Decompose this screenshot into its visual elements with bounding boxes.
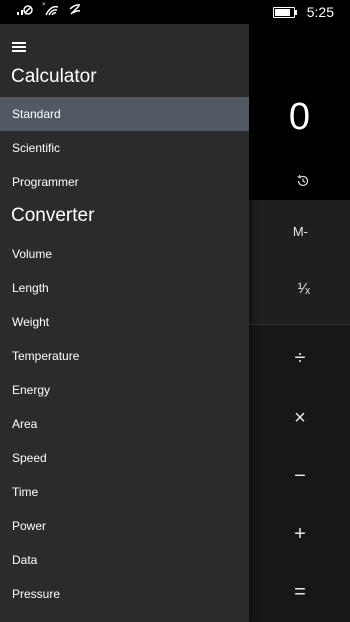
minus-button[interactable]: − bbox=[290, 465, 310, 488]
menu-item-temperature[interactable]: Temperature bbox=[0, 339, 249, 373]
status-bar: × 5:25 bbox=[0, 0, 350, 24]
memory-subtract-button[interactable]: M- bbox=[293, 224, 308, 239]
converter-section-title: Converter bbox=[11, 205, 95, 226]
data-icon bbox=[69, 4, 81, 15]
menu-item-time[interactable]: Time bbox=[0, 475, 249, 509]
navigation-drawer: Calculator Standard Scientific Programme… bbox=[0, 24, 249, 622]
menu-item-length[interactable]: Length bbox=[0, 271, 249, 305]
signal-icon bbox=[17, 5, 33, 15]
battery-icon bbox=[272, 7, 297, 18]
svg-text:×: × bbox=[42, 2, 46, 8]
menu-item-scientific[interactable]: Scientific bbox=[0, 131, 249, 165]
divide-button[interactable]: ÷ bbox=[290, 347, 310, 370]
menu-item-data[interactable]: Data bbox=[0, 543, 249, 577]
plus-button[interactable]: + bbox=[290, 523, 310, 546]
status-icons-left: × bbox=[16, 2, 82, 16]
wifi-icon: × bbox=[42, 2, 59, 16]
equals-button[interactable]: = bbox=[290, 581, 310, 604]
status-time: 5:25 bbox=[306, 4, 334, 20]
calculator-section-title: Calculator bbox=[11, 66, 97, 87]
menu-item-pressure[interactable]: Pressure bbox=[0, 577, 249, 611]
menu-item-speed[interactable]: Speed bbox=[0, 441, 249, 475]
menu-item-energy[interactable]: Energy bbox=[0, 373, 249, 407]
reciprocal-button[interactable]: ¹⁄ₓ bbox=[298, 280, 310, 297]
hamburger-menu-icon[interactable] bbox=[12, 42, 26, 54]
menu-item-area[interactable]: Area bbox=[0, 407, 249, 441]
menu-item-volume[interactable]: Volume bbox=[0, 237, 249, 271]
menu-item-weight[interactable]: Weight bbox=[0, 305, 249, 339]
menu-item-power[interactable]: Power bbox=[0, 509, 249, 543]
menu-item-programmer[interactable]: Programmer bbox=[0, 165, 249, 199]
history-icon[interactable] bbox=[296, 174, 310, 188]
display-value: 0 bbox=[288, 96, 310, 138]
multiply-button[interactable]: × bbox=[290, 407, 310, 430]
menu-item-standard[interactable]: Standard bbox=[0, 97, 249, 131]
